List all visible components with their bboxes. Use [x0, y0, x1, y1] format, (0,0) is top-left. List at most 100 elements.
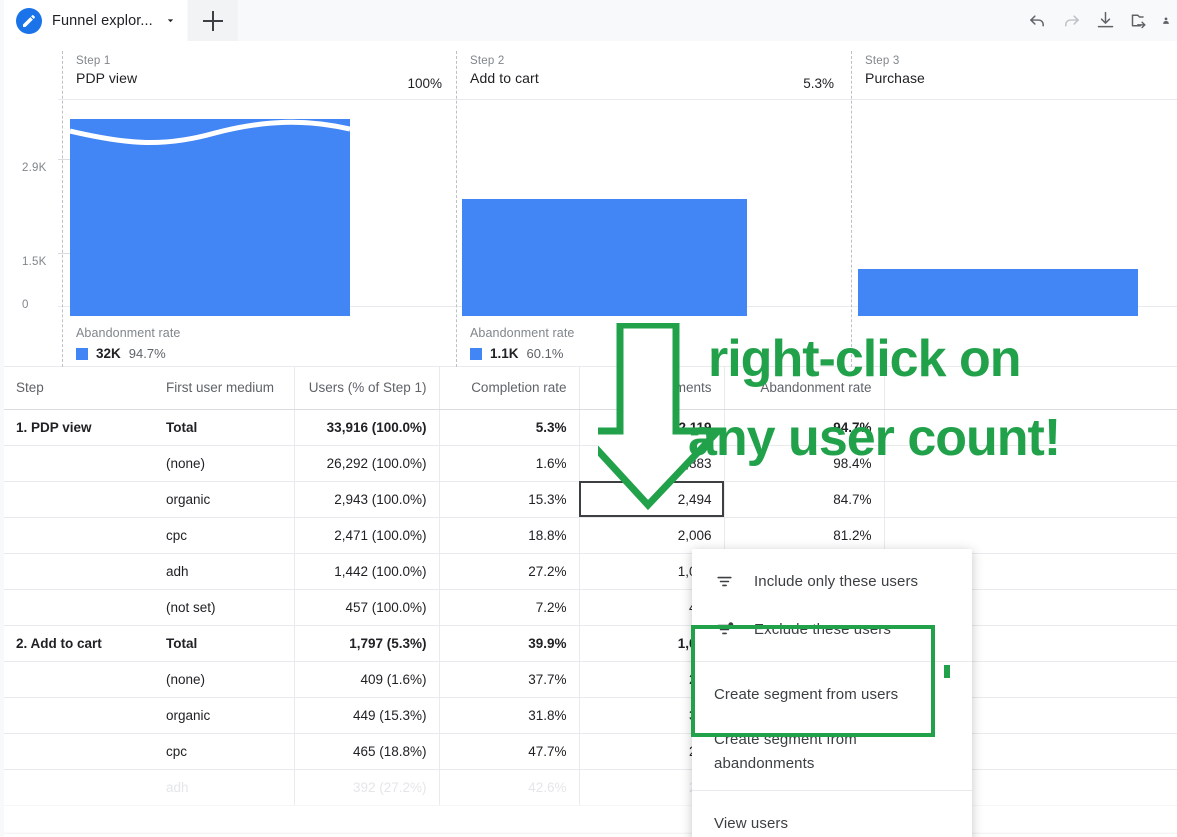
- chevron-down-icon[interactable]: [164, 14, 177, 27]
- menu-item-label: View users: [714, 814, 789, 832]
- cell-first-user-medium[interactable]: organic: [154, 481, 294, 518]
- col-header-completion-rate[interactable]: Completion rate: [438, 367, 579, 410]
- step-1-bar[interactable]: [70, 119, 350, 316]
- col-header-abandonments[interactable]: Abandonments: [578, 367, 724, 410]
- funnel-step-1[interactable]: Step 1 PDP view 100% Abandonment rate 32…: [62, 51, 454, 367]
- cell-users[interactable]: 1,442 (100.0%): [293, 553, 439, 590]
- cell-completion-rate[interactable]: 39.9%: [438, 625, 579, 662]
- cell-completion-rate[interactable]: 1.6%: [438, 445, 579, 482]
- tab-funnel-exploration[interactable]: Funnel explor...: [4, 0, 187, 41]
- cell-abandonments[interactable]: 2,494: [578, 481, 724, 518]
- cell-first-user-medium[interactable]: Total: [154, 409, 294, 446]
- cell-step[interactable]: [4, 769, 154, 806]
- cell-completion-rate[interactable]: 5.3%: [438, 409, 579, 446]
- cell-step[interactable]: [4, 445, 154, 482]
- cell-step[interactable]: [4, 553, 154, 590]
- table-row[interactable]: cpc465 (18.8%)47.7%24352.3%: [4, 733, 1177, 770]
- cell-abandonment-rate[interactable]: 81.2%: [723, 517, 884, 554]
- cell-context-menu[interactable]: Include only these users Exclude these u…: [692, 549, 972, 837]
- cell-completion-rate[interactable]: 18.8%: [438, 517, 579, 554]
- cell-users[interactable]: 2,943 (100.0%): [293, 481, 439, 518]
- menu-item-create-segment-from-abandonments[interactable]: Create segment from abandonments: [692, 718, 972, 786]
- cell-users[interactable]: 1,797 (5.3%): [293, 625, 439, 662]
- cell-abandonment-rate[interactable]: 84.7%: [723, 481, 884, 518]
- cell-abandonments[interactable]: 25,883: [578, 445, 724, 482]
- step-2-bar[interactable]: [462, 199, 747, 316]
- cell-step[interactable]: [4, 661, 154, 698]
- cell-completion-rate[interactable]: 47.7%: [438, 733, 579, 770]
- col-header-abandonment-rate[interactable]: Abandonment rate: [723, 367, 884, 410]
- col-header-users[interactable]: Users (% of Step 1): [293, 367, 439, 410]
- table-row[interactable]: (not set)457 (100.0%)7.2%42492.8%: [4, 589, 1177, 626]
- cell-users[interactable]: 392 (27.2%): [293, 769, 439, 806]
- cell-step[interactable]: [4, 733, 154, 770]
- menu-item-exclude-these-users[interactable]: Exclude these users: [692, 605, 972, 653]
- cell-step[interactable]: 1. PDP view: [4, 409, 154, 446]
- cell-step[interactable]: [4, 697, 154, 734]
- col-header-first-user-medium[interactable]: First user medium: [154, 367, 294, 410]
- table-row[interactable]: organic449 (15.3%)31.8%30668.2%: [4, 697, 1177, 734]
- cell-completion-rate[interactable]: 27.2%: [438, 553, 579, 590]
- table-row[interactable]: adh1,442 (100.0%)27.2%1,05072.8%: [4, 553, 1177, 590]
- table-row[interactable]: 2. Add to cartTotal1,797 (5.3%)39.9%1,08…: [4, 625, 1177, 662]
- table-row[interactable]: (none) 26,292 (100.0%) 1.6% 25,883 98.4%: [4, 445, 1177, 482]
- cell-completion-rate[interactable]: 31.8%: [438, 697, 579, 734]
- funnel-step-3[interactable]: Step 3 Purchase: [851, 51, 1177, 367]
- cell-step[interactable]: [4, 517, 154, 554]
- cell-step[interactable]: 2. Add to cart: [4, 625, 154, 662]
- cell-users[interactable]: 2,471 (100.0%): [293, 517, 439, 554]
- table-row[interactable]: 1. PDP view Total 33,916 (100.0%) 5.3% 32,11…: [4, 409, 1177, 446]
- cell-abandonments[interactable]: 2,006: [578, 517, 724, 554]
- cell-completion-rate[interactable]: 7.2%: [438, 589, 579, 626]
- step-1-abandonment-rate: 94.7%: [128, 346, 166, 361]
- cell-completion-rate[interactable]: 15.3%: [438, 481, 579, 518]
- step-2-number: Step 2: [470, 55, 505, 67]
- cell-first-user-medium[interactable]: organic: [154, 697, 294, 734]
- col-header-step[interactable]: Step: [4, 367, 154, 410]
- cell-step[interactable]: [4, 481, 154, 518]
- table-row[interactable]: adh392 (27.2%)42.6%22557.4%: [4, 769, 1177, 806]
- menu-item-create-segment-from-users[interactable]: Create segment from users: [692, 670, 972, 718]
- cell-step[interactable]: [4, 589, 154, 626]
- cell-first-user-medium[interactable]: adh: [154, 553, 294, 590]
- table-row[interactable]: cpc 2,471 (100.0%) 18.8% 2,006 81.2%: [4, 517, 1177, 554]
- menu-item-view-users[interactable]: View users: [692, 799, 972, 837]
- cell-first-user-medium[interactable]: Total: [154, 625, 294, 662]
- partial-icon[interactable]: [1161, 9, 1171, 33]
- cell-first-user-medium[interactable]: (none): [154, 445, 294, 482]
- cell-users[interactable]: 457 (100.0%): [293, 589, 439, 626]
- download-icon[interactable]: [1093, 9, 1117, 33]
- cell-abandonment-rate[interactable]: 98.4%: [723, 445, 884, 482]
- cell-users[interactable]: 465 (18.8%): [293, 733, 439, 770]
- step-1-name: PDP view: [76, 70, 138, 86]
- cell-users[interactable]: 409 (1.6%): [293, 661, 439, 698]
- y-tick-label-0: 2.9K: [22, 162, 47, 174]
- cell-completion-rate[interactable]: 37.7%: [438, 661, 579, 698]
- share-folder-icon[interactable]: [1127, 9, 1151, 33]
- table-row[interactable]: (none)409 (1.6%)37.7%25562.3%: [4, 661, 1177, 698]
- table-row[interactable]: organic 2,943 (100.0%) 15.3% 2,494 84.7%: [4, 481, 1177, 518]
- cell-first-user-medium[interactable]: cpc: [154, 517, 294, 554]
- funnel-step-2[interactable]: Step 2 Add to cart 5.3% Abandonment rate…: [456, 51, 846, 367]
- cell-users[interactable]: 33,916 (100.0%): [293, 409, 439, 446]
- menu-item-include-only-these-users[interactable]: Include only these users: [692, 557, 972, 605]
- undo-icon[interactable]: [1025, 9, 1049, 33]
- cell-first-user-medium[interactable]: adh: [154, 769, 294, 806]
- step-3-number: Step 3: [865, 55, 900, 67]
- cell-abandonment-rate[interactable]: 94.7%: [723, 409, 884, 446]
- cell-first-user-medium[interactable]: (not set): [154, 589, 294, 626]
- cell-spacer[interactable]: [883, 481, 1177, 518]
- cell-spacer[interactable]: [883, 517, 1177, 554]
- cell-abandonments[interactable]: 32,119: [578, 409, 724, 446]
- menu-item-label: Include only these users: [754, 572, 919, 590]
- cell-first-user-medium[interactable]: (none): [154, 661, 294, 698]
- cell-users[interactable]: 26,292 (100.0%): [293, 445, 439, 482]
- cell-spacer[interactable]: [883, 409, 1177, 446]
- step-3-bar[interactable]: [858, 269, 1138, 316]
- cell-users[interactable]: 449 (15.3%): [293, 697, 439, 734]
- cell-first-user-medium[interactable]: cpc: [154, 733, 294, 770]
- new-tab-button[interactable]: [188, 0, 238, 41]
- cell-completion-rate[interactable]: 42.6%: [438, 769, 579, 806]
- cell-spacer[interactable]: [883, 445, 1177, 482]
- menu-divider: [692, 790, 972, 791]
